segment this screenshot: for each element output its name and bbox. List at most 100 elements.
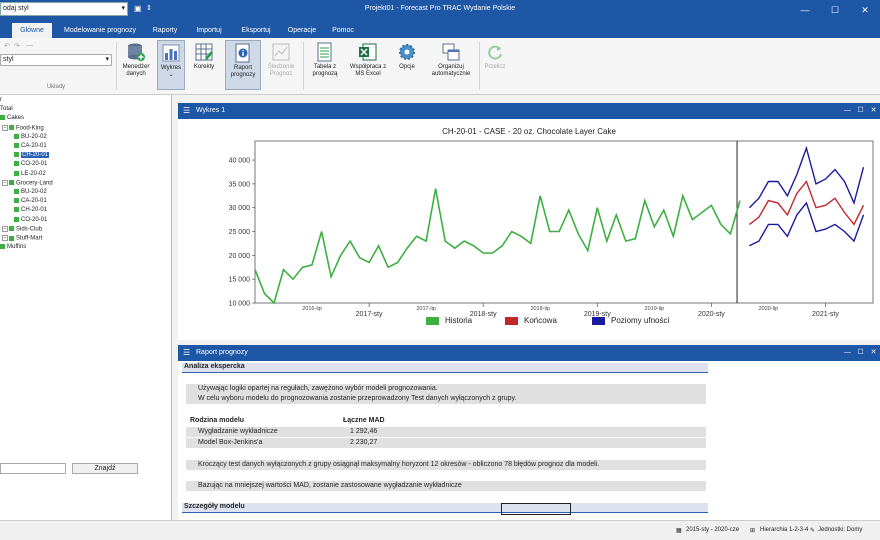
report-panel-title: Raport prognozy <box>196 349 248 356</box>
tree-item-label: LE-20-02 <box>21 170 46 177</box>
search-input[interactable] <box>0 463 66 474</box>
ribbon: ↶ ↷ — styl ▾ Układy Menedżer danych Wykr… <box>0 38 880 95</box>
y-tick-label: 10 000 <box>229 301 251 308</box>
minimize-icon[interactable]: — <box>841 345 854 361</box>
tree-item[interactable]: r <box>0 97 2 103</box>
chart-panel-header: ☰ Wykres 1 — ☐ ✕ <box>178 103 880 119</box>
calendar-icon: ▦ <box>676 528 682 534</box>
tracking-label: Śledzenie Prognoz <box>267 64 295 77</box>
forecast-table-button[interactable]: Tabela z prognozą <box>306 40 344 90</box>
tree-item[interactable]: − Sids-Club <box>2 225 42 232</box>
tree-item[interactable]: CA-20-01 <box>14 143 47 149</box>
minimize-icon[interactable]: — <box>841 103 854 119</box>
tab-importuj[interactable]: Importuj <box>190 23 228 38</box>
maximize-icon[interactable]: ☐ <box>854 103 867 119</box>
report-row-bg <box>186 438 706 448</box>
options-button[interactable]: Opcje <box>393 40 421 90</box>
col-model-family: Rodzina modelu <box>190 417 245 424</box>
forecast-chart[interactable]: 10 000 15 000 20 000 25 000 30 000 35 000 40 0… <box>178 119 880 340</box>
tree-item[interactable]: − Food-King <box>2 124 44 131</box>
item-status-icon <box>9 125 14 131</box>
status-hierarchy: Hierarchia 1-2-3-4 <box>760 527 809 533</box>
undo-icon[interactable]: ↶ <box>4 42 10 50</box>
item-status-icon <box>14 189 19 194</box>
tree-item-label: Cakes <box>7 115 25 122</box>
x-tick-label-minor: 2017-lip <box>416 306 436 312</box>
tab-glowne[interactable]: Główne <box>12 23 52 38</box>
minus-icon[interactable]: — <box>26 42 33 49</box>
recalculate-button[interactable]: Przelicz <box>481 40 509 90</box>
tree-item[interactable]: CO-20-01 <box>14 161 47 167</box>
y-tick-label: 40 000 <box>229 158 251 165</box>
excel-collab-button[interactable]: Współpraca z MS Excel <box>347 40 389 90</box>
chart-button[interactable]: Wykres ⌄ <box>157 40 185 90</box>
layout-combo[interactable]: styl ▾ <box>0 54 112 66</box>
window-controls: — ☐ ✕ <box>790 0 880 20</box>
item-status-icon <box>14 170 19 176</box>
expand-icon[interactable]: − <box>2 225 8 232</box>
tree-item[interactable]: Cakes <box>0 115 24 121</box>
corrections-button[interactable]: Korekty <box>188 40 220 90</box>
item-status-icon <box>14 216 19 222</box>
legend-swatch <box>426 316 439 325</box>
expand-icon[interactable]: − <box>2 235 8 241</box>
tab-eksportuj[interactable]: Eksportuj <box>236 23 276 38</box>
tree-item-label: CO-20-01 <box>21 216 48 223</box>
window-title: Projekt01 - Forecast Pro TRAC Wydanie Po… <box>364 5 516 12</box>
minimize-icon[interactable]: — <box>790 0 820 20</box>
menu-icon[interactable]: ☰ <box>183 103 190 119</box>
redo-icon[interactable]: ↷ <box>14 42 20 50</box>
y-tick-label: 30 000 <box>229 205 251 212</box>
selected-cell[interactable] <box>501 503 571 515</box>
hierarchy-panel: r Total Cakes − Food-King BU-20-02 CA-20-01 CH-… <box>0 95 172 520</box>
expand-icon[interactable]: − <box>2 179 8 186</box>
tree-item[interactable]: Total <box>0 106 13 112</box>
status-range: 2015-sty - 2020-cze <box>686 527 740 533</box>
legend-historia: Historia <box>426 316 472 325</box>
tree-item[interactable]: BU-20-02 <box>14 189 47 195</box>
menu-icon[interactable]: ☰ <box>183 345 190 361</box>
tree-item[interactable]: CH-20-01 <box>14 152 50 159</box>
tab-pomoc[interactable]: Pomoc <box>328 23 358 38</box>
forecast-report-button[interactable]: Raport prognozy <box>225 40 261 90</box>
y-tick-label: 20 000 <box>229 253 251 260</box>
tree-item[interactable]: Muffins <box>0 244 26 250</box>
group-label-uklady: Układy <box>46 84 66 90</box>
item-status-icon <box>14 152 19 158</box>
tab-operacje[interactable]: Operacje <box>284 23 320 38</box>
maximize-icon[interactable]: ☐ <box>854 345 867 361</box>
y-tick-label: 15 000 <box>229 277 251 284</box>
units-icon: ✎ <box>810 528 816 534</box>
expand-icon[interactable]: − <box>2 124 8 131</box>
report-panel-header: ☰ Raport prognozy — ☐ ✕ <box>178 345 880 361</box>
tab-raporty[interactable]: Raporty <box>148 23 182 38</box>
tree-item[interactable]: LE-20-02 <box>14 170 46 177</box>
tree-item[interactable]: CO-20-01 <box>14 216 48 223</box>
tree-item-label: BU-20-02 <box>21 133 47 140</box>
model-name: Model Box-Jenkins'a <box>198 439 263 446</box>
divider <box>303 42 304 90</box>
find-button[interactable]: Znajdź <box>72 463 138 474</box>
x-tick-label-minor: 2016-lip <box>302 306 322 312</box>
tree-item[interactable]: − Grocery-Land <box>2 179 53 186</box>
model-mad: 1 292,46 <box>350 428 378 435</box>
ribbon-tabs: Główne Modelowanie prognozy Raporty Impo… <box>0 20 880 38</box>
tab-modelowanie[interactable]: Modelowanie prognozy <box>60 23 140 38</box>
tree-item[interactable]: BU-20-02 <box>14 133 47 140</box>
legend-swatch <box>505 316 518 325</box>
status-bar: ▦ 2015-sty - 2020-cze ⊞ Hierarchia 1-2-3… <box>0 520 880 540</box>
close-icon[interactable]: ✕ <box>867 345 880 361</box>
report-line: Kroczący test danych wyłączonych z grupy… <box>198 461 600 468</box>
tracking-button[interactable]: Śledzenie Prognoz <box>263 40 299 90</box>
item-status-icon <box>9 226 14 232</box>
auto-arrange-button[interactable]: Organizuj automatycznie <box>425 40 477 90</box>
maximize-icon[interactable]: ☐ <box>820 0 850 20</box>
panel-controls: — ☐ ✕ <box>841 345 880 361</box>
chevron-down-icon: ⌄ <box>168 72 174 78</box>
tree-item[interactable]: CH-20-01 <box>14 207 47 213</box>
tree-item[interactable]: − Stuff-Mart <box>2 235 42 242</box>
data-manager-button[interactable]: Menedżer danych <box>118 40 154 90</box>
tree-item[interactable]: CA-20-01 <box>14 198 47 204</box>
close-icon[interactable]: ✕ <box>867 103 880 119</box>
close-icon[interactable]: ✕ <box>850 0 880 20</box>
